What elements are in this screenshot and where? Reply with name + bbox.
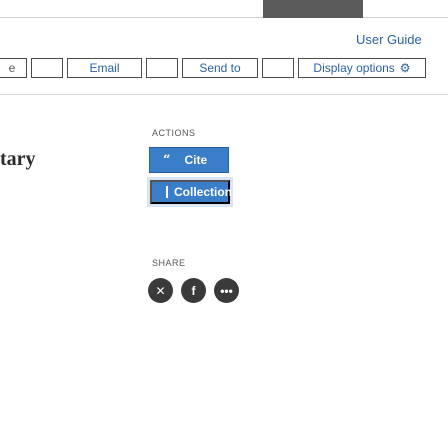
- x-twitter-icon[interactable]: ✕: [148, 278, 173, 303]
- collections-button[interactable]: Collections: [150, 180, 239, 204]
- facebook-icon[interactable]: f: [181, 278, 206, 303]
- user-guide-link[interactable]: User Guide: [356, 32, 422, 47]
- quote-icon: “: [163, 152, 171, 168]
- more-icon[interactable]: •••: [214, 278, 239, 303]
- display-options-label: Display options: [313, 61, 395, 75]
- article-title-fragment: tary: [0, 148, 36, 170]
- section-divider: [0, 94, 448, 95]
- toolbar-blank-button-2[interactable]: [146, 58, 178, 78]
- collections-label: Collections: [174, 185, 239, 199]
- send-to-button[interactable]: Send to: [182, 58, 258, 78]
- cite-label: Cite: [184, 153, 208, 167]
- toolbar-partial-label: e: [8, 61, 16, 75]
- bookmark-icon: [166, 186, 168, 198]
- toolbar-blank-button-3[interactable]: [262, 58, 294, 78]
- cite-button[interactable]: “ Cite: [149, 147, 229, 173]
- top-divider: [0, 17, 448, 18]
- display-options-button[interactable]: Display options ⚙: [298, 58, 426, 78]
- top-action-button[interactable]: [263, 0, 363, 18]
- toolbar-blank-button[interactable]: [31, 58, 63, 78]
- actions-label: ACTIONS: [152, 128, 196, 138]
- share-label: SHARE: [152, 258, 186, 268]
- toolbar: e Email Send to Display options ⚙: [0, 58, 448, 80]
- send-to-label: Send to: [199, 61, 241, 75]
- email-label: Email: [89, 61, 120, 75]
- toolbar-partial-button[interactable]: e: [0, 58, 27, 78]
- gear-icon: ⚙: [399, 61, 411, 75]
- share-icons: ✕ f •••: [148, 278, 239, 303]
- email-button[interactable]: Email: [67, 58, 142, 78]
